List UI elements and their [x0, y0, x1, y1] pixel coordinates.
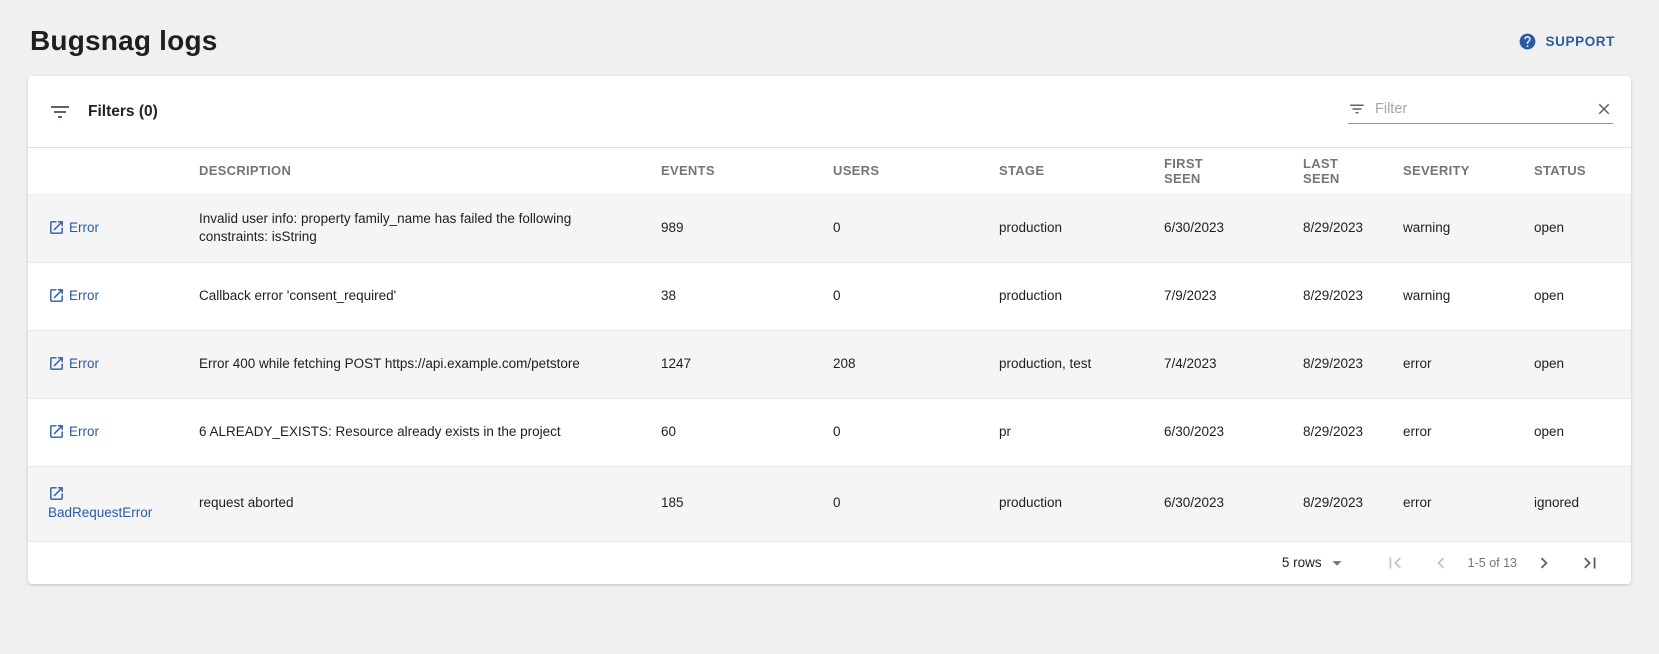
- column-header-last-seen: LAST SEEN: [1303, 148, 1403, 194]
- column-header-description: DESCRIPTION: [199, 148, 661, 194]
- last-page-button[interactable]: [1573, 546, 1607, 580]
- table-row: Error Error 400 while fetching POST http…: [28, 330, 1631, 398]
- help-icon: [1518, 32, 1537, 51]
- cell-description: Error 400 while fetching POST https://ap…: [199, 330, 661, 398]
- chevron-down-icon: [1326, 552, 1348, 574]
- open-in-new-icon: [48, 219, 65, 236]
- cell-severity: error: [1403, 466, 1534, 541]
- rows-per-page-value: 5 rows: [1282, 555, 1322, 570]
- cell-severity: error: [1403, 330, 1534, 398]
- cell-status: open: [1534, 262, 1631, 330]
- cell-stage: production: [999, 466, 1164, 541]
- open-in-new-icon: [48, 355, 65, 372]
- open-in-new-icon: [48, 423, 65, 440]
- cell-link: Error: [28, 194, 199, 262]
- chevron-right-icon: [1533, 552, 1555, 574]
- pagination-bar: 5 rows 1-5 of 13: [28, 542, 1631, 584]
- logs-card: Filters (0) DESCRIPTION EVENTS USERS: [28, 76, 1631, 584]
- cell-last-seen: 8/29/2023: [1303, 398, 1403, 466]
- cell-last-seen: 8/29/2023: [1303, 194, 1403, 262]
- page-title: Bugsnag logs: [30, 25, 218, 57]
- cell-users: 0: [833, 466, 999, 541]
- filter-list-icon: [48, 100, 72, 124]
- cell-status: open: [1534, 330, 1631, 398]
- cell-events: 60: [661, 398, 833, 466]
- cell-first-seen: 6/30/2023: [1164, 466, 1303, 541]
- cell-events: 38: [661, 262, 833, 330]
- cell-last-seen: 8/29/2023: [1303, 262, 1403, 330]
- cell-severity: warning: [1403, 262, 1534, 330]
- table-header-row: DESCRIPTION EVENTS USERS STAGE FIRST SEE…: [28, 148, 1631, 194]
- cell-status: ignored: [1534, 466, 1631, 541]
- cell-events: 185: [661, 466, 833, 541]
- column-header-stage: STAGE: [999, 148, 1164, 194]
- column-header-severity: SEVERITY: [1403, 148, 1534, 194]
- cell-first-seen: 7/9/2023: [1164, 262, 1303, 330]
- filter-input-container: [1348, 100, 1613, 124]
- cell-description: Callback error 'consent_required': [199, 262, 661, 330]
- cell-description: 6 ALREADY_EXISTS: Resource already exist…: [199, 398, 661, 466]
- cell-status: open: [1534, 398, 1631, 466]
- cell-last-seen: 8/29/2023: [1303, 466, 1403, 541]
- cell-description: request aborted: [199, 466, 661, 541]
- filters-button[interactable]: Filters (0): [48, 100, 158, 124]
- filter-toolbar: Filters (0): [28, 76, 1631, 148]
- error-logs-table: DESCRIPTION EVENTS USERS STAGE FIRST SEE…: [28, 148, 1631, 542]
- filters-label: Filters (0): [88, 103, 158, 121]
- cell-events: 1247: [661, 330, 833, 398]
- last-page-icon: [1579, 552, 1601, 574]
- error-link[interactable]: Error: [48, 288, 99, 303]
- column-header-status: STATUS: [1534, 148, 1631, 194]
- cell-description: Invalid user info: property family_name …: [199, 194, 661, 262]
- previous-page-button[interactable]: [1424, 546, 1458, 580]
- cell-first-seen: 6/30/2023: [1164, 194, 1303, 262]
- filter-input[interactable]: [1375, 101, 1586, 117]
- filter-input-icon: [1348, 100, 1366, 118]
- cell-users: 0: [833, 398, 999, 466]
- clear-filter-button[interactable]: [1595, 100, 1613, 118]
- first-page-button[interactable]: [1378, 546, 1412, 580]
- column-header-users: USERS: [833, 148, 999, 194]
- topbar: Bugsnag logs SUPPORT: [0, 0, 1659, 58]
- error-link[interactable]: BadRequestError: [48, 486, 152, 520]
- cell-stage: pr: [999, 398, 1164, 466]
- support-button[interactable]: SUPPORT: [1518, 32, 1615, 51]
- error-link[interactable]: Error: [48, 356, 99, 371]
- column-header-link: [28, 148, 199, 194]
- pagination-range: 1-5 of 13: [1468, 556, 1517, 570]
- cell-users: 0: [833, 262, 999, 330]
- cell-link: Error: [28, 330, 199, 398]
- table-row: Error Callback error 'consent_required' …: [28, 262, 1631, 330]
- cell-stage: production: [999, 262, 1164, 330]
- cell-users: 0: [833, 194, 999, 262]
- error-link[interactable]: Error: [48, 424, 99, 439]
- column-header-events: EVENTS: [661, 148, 833, 194]
- error-link[interactable]: Error: [48, 220, 99, 235]
- cell-users: 208: [833, 330, 999, 398]
- next-page-button[interactable]: [1527, 546, 1561, 580]
- open-in-new-icon: [48, 287, 65, 304]
- support-label: SUPPORT: [1546, 34, 1615, 49]
- cell-severity: error: [1403, 398, 1534, 466]
- table-row: Error 6 ALREADY_EXISTS: Resource already…: [28, 398, 1631, 466]
- chevron-left-icon: [1430, 552, 1452, 574]
- table-row: BadRequestError request aborted 185 0 pr…: [28, 466, 1631, 541]
- cell-first-seen: 6/30/2023: [1164, 398, 1303, 466]
- cell-events: 989: [661, 194, 833, 262]
- rows-per-page-select[interactable]: 5 rows: [1282, 552, 1348, 574]
- cell-link: BadRequestError: [28, 466, 199, 541]
- column-header-first-seen: FIRST SEEN: [1164, 148, 1303, 194]
- close-icon: [1595, 100, 1613, 118]
- cell-severity: warning: [1403, 194, 1534, 262]
- cell-first-seen: 7/4/2023: [1164, 330, 1303, 398]
- first-page-icon: [1384, 552, 1406, 574]
- open-in-new-icon: [48, 485, 65, 502]
- cell-link: Error: [28, 262, 199, 330]
- cell-stage: production: [999, 194, 1164, 262]
- table-row: Error Invalid user info: property family…: [28, 194, 1631, 262]
- cell-link: Error: [28, 398, 199, 466]
- cell-stage: production, test: [999, 330, 1164, 398]
- cell-last-seen: 8/29/2023: [1303, 330, 1403, 398]
- cell-status: open: [1534, 194, 1631, 262]
